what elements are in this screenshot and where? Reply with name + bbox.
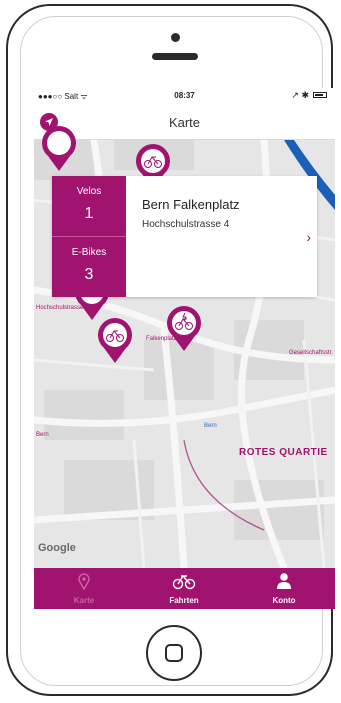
user-icon: [277, 573, 291, 589]
speaker-icon: [152, 53, 198, 60]
tab-label: Fahrten: [169, 596, 199, 605]
street-label: Gesellschaftsstr.: [289, 350, 334, 356]
tab-karte[interactable]: Karte: [34, 568, 134, 609]
bike-pin-icon[interactable]: [40, 124, 78, 172]
station-card[interactable]: Velos 1 E-Bikes 3 Bern Falkenplatz Hochs…: [52, 176, 317, 297]
bike-icon: [172, 574, 196, 590]
velos-count-cell: Velos 1: [52, 176, 126, 236]
tab-label: Konto: [272, 596, 296, 605]
app-screen: ●●●○○ Salt ᯤ 08:37 ↗ ✱ Karte Hochschulst…: [34, 88, 335, 609]
home-button[interactable]: [146, 625, 202, 681]
ebikes-count-cell: E-Bikes 3: [52, 237, 126, 297]
navigation-bar: Karte: [34, 104, 335, 140]
tab-bar: Karte Fahrten Konto: [34, 568, 335, 609]
camera-icon: [171, 33, 180, 42]
station-label: Bern: [204, 423, 217, 429]
velos-count: 1: [84, 205, 94, 222]
tab-konto[interactable]: Konto: [234, 568, 334, 609]
bike-pin-icon[interactable]: [96, 316, 134, 364]
status-bar: ●●●○○ Salt ᯤ 08:37 ↗ ✱: [34, 88, 335, 104]
status-indicators: ↗ ✱: [291, 90, 309, 100]
velos-label: Velos: [76, 186, 102, 197]
battery-icon: [313, 92, 327, 98]
tab-fahrten[interactable]: Fahrten: [134, 568, 234, 609]
clock: 08:37: [174, 91, 195, 100]
availability-panel: Velos 1 E-Bikes 3: [52, 176, 126, 297]
station-address: Hochschulstrasse 4: [142, 219, 230, 230]
ebike-pin-icon[interactable]: [165, 304, 203, 352]
google-logo: Google: [38, 542, 76, 554]
chevron-right-icon[interactable]: ›: [306, 229, 311, 245]
tab-label: Karte: [73, 596, 95, 605]
ebikes-count: 3: [84, 266, 94, 283]
ebikes-label: E-Bikes: [71, 247, 107, 258]
street-label: Bern: [36, 432, 49, 438]
district-label: ROTES QUARTIE: [239, 447, 328, 458]
map-pin-icon: [78, 573, 90, 590]
station-name: Bern Falkenplatz: [142, 197, 240, 212]
page-title: Karte: [168, 115, 201, 130]
